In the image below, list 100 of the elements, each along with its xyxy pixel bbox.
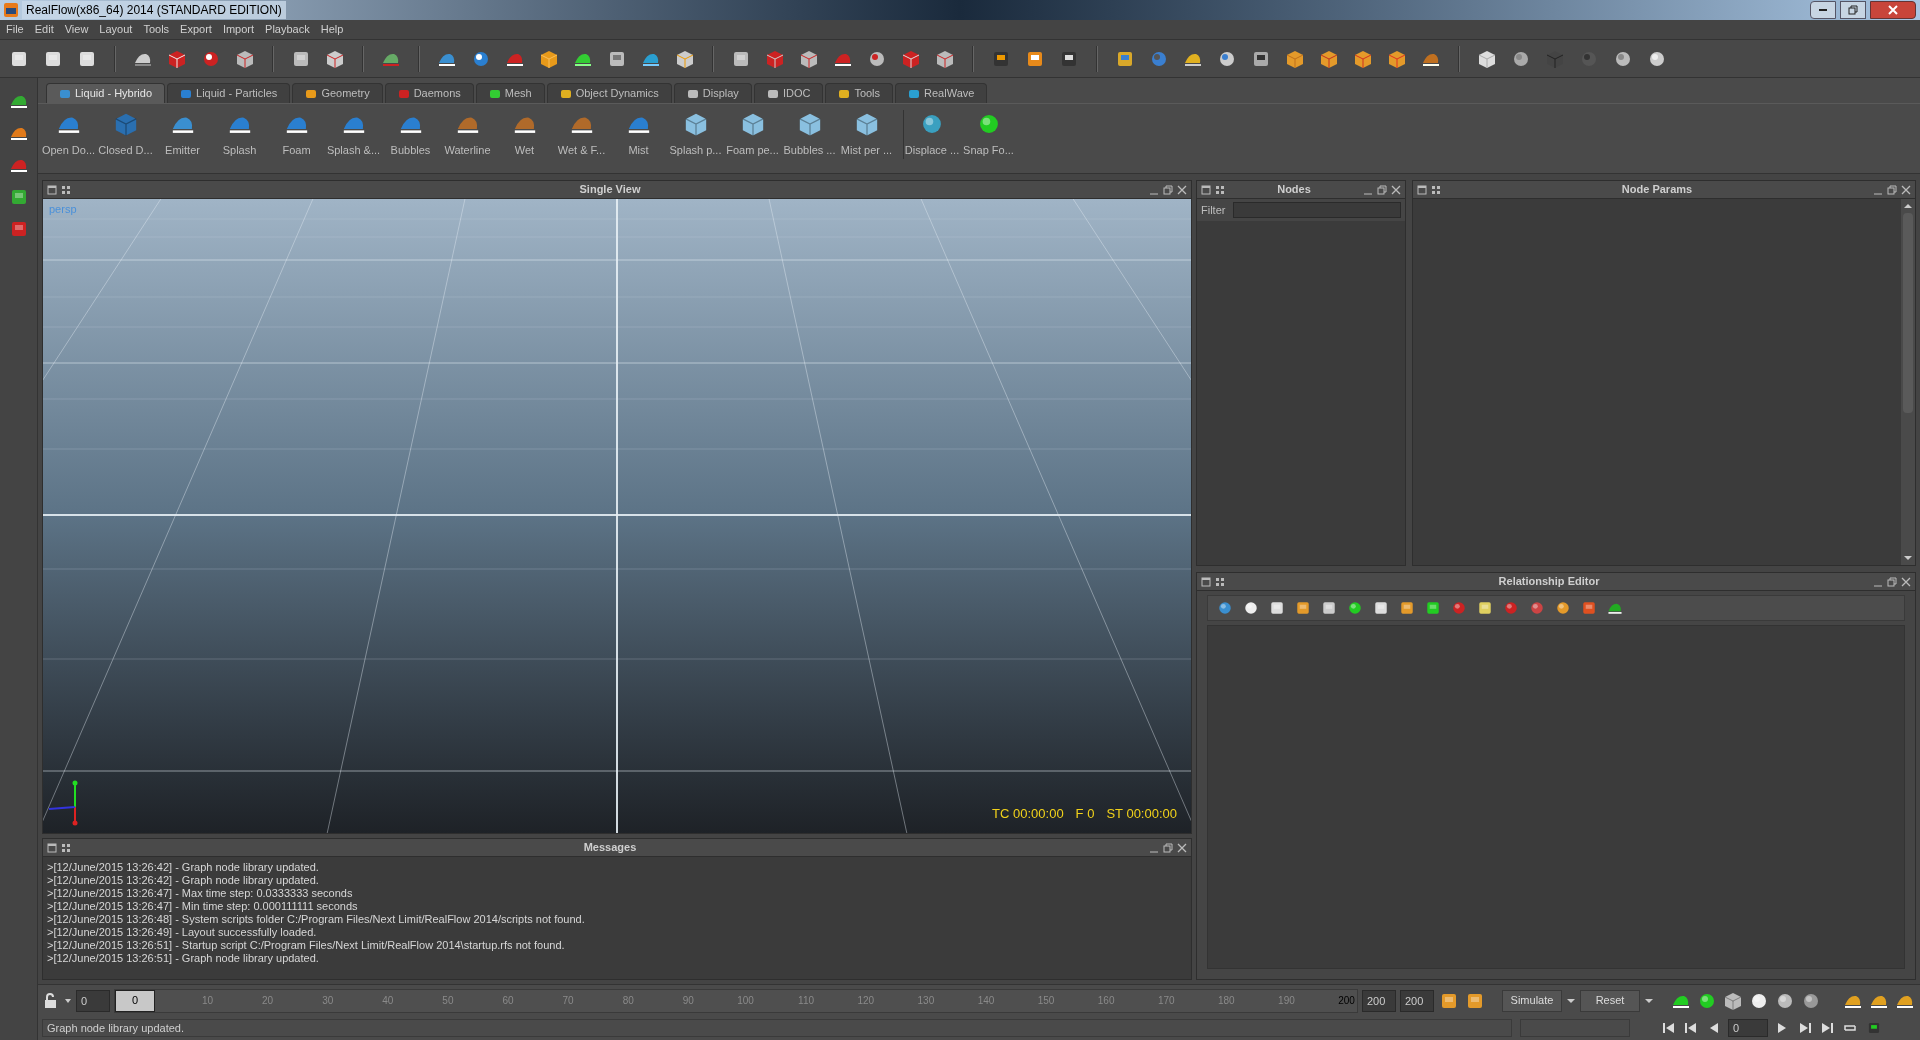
minimize-button[interactable]	[1810, 1, 1836, 19]
current-frame-handle[interactable]: 0	[115, 989, 155, 1012]
dock-icon[interactable]	[1201, 184, 1211, 195]
timecode-label: TC 00:00:00	[992, 804, 1064, 823]
menu-item[interactable]: Export	[180, 21, 212, 38]
caret-icon[interactable]	[64, 996, 72, 1005]
max-frame-field[interactable]: 200	[1400, 989, 1434, 1012]
tab-icon	[180, 87, 193, 100]
end-frame-field[interactable]: 200	[1362, 989, 1396, 1012]
tick-label: 200	[1337, 994, 1356, 1008]
shelf-button[interactable]: Open Do...	[40, 110, 97, 159]
shelf-button[interactable]: Displace ...	[903, 110, 960, 159]
tick-label: 40	[381, 994, 395, 1008]
dock-icon[interactable]	[47, 842, 57, 853]
tab-icon	[59, 87, 71, 100]
restore-icon[interactable]	[1163, 842, 1173, 853]
grid-icon[interactable]	[61, 842, 71, 853]
shelf-tab[interactable]: Object Dynamics	[546, 83, 672, 103]
grid-icon[interactable]	[1431, 184, 1441, 195]
shelf-button[interactable]: Bubbles ...	[781, 110, 838, 159]
shelf-tab[interactable]: RealWave	[895, 83, 988, 103]
shelf-tab[interactable]: Daemons	[384, 83, 474, 103]
frame-field[interactable]: 0	[1728, 1019, 1768, 1037]
tick-label: 180	[1217, 994, 1236, 1008]
tick-label: 120	[856, 994, 876, 1008]
shelf-button[interactable]: Foam pe...	[724, 110, 781, 159]
tab-icon	[766, 87, 779, 100]
close-icon[interactable]	[1901, 184, 1911, 195]
shelf-tab[interactable]: IDOC	[753, 83, 824, 103]
last-frame-icon[interactable]	[1820, 1022, 1834, 1034]
status-text: Graph node library updated.	[42, 1019, 1512, 1037]
dock-icon[interactable]	[47, 184, 57, 195]
shelf-tab[interactable]: Liquid - Hybrido	[46, 83, 166, 103]
shelf-button[interactable]: Mist	[610, 110, 667, 159]
menu-item[interactable]: Layout	[99, 21, 133, 38]
shelf-tab[interactable]: Tools	[825, 83, 894, 103]
menu-item[interactable]: View	[64, 21, 89, 38]
restore-icon[interactable]	[1377, 184, 1387, 195]
camera-label: persp	[49, 202, 77, 217]
log-line: >[12/June/2015 13:26:47] - Min time step: 0.000111111 seconds	[47, 900, 359, 913]
menu-item[interactable]: Import	[222, 21, 255, 38]
reset-button[interactable]: Reset	[1580, 989, 1640, 1012]
shelf-button[interactable]: Waterline	[439, 110, 496, 159]
restore-icon	[1848, 5, 1858, 15]
shelf-tab[interactable]: Liquid - Particles	[167, 83, 291, 103]
shelf-button[interactable]: Mist per ...	[838, 110, 895, 159]
restore-icon[interactable]	[1887, 184, 1897, 195]
viewport[interactable]: persp TC 00:00:00 F 0 ST 00:00:00	[43, 199, 1191, 833]
tab-icon	[305, 87, 318, 100]
log-line: >[12/June/2015 13:26:48] - System scripts folder C:/Program Files/Next Limit/RealFlow 2014/scripts not found.	[47, 913, 586, 926]
simulate-button[interactable]: Simulate	[1502, 989, 1562, 1012]
shelf-button[interactable]: Closed D...	[97, 110, 154, 159]
shelf-button[interactable]: Splash	[211, 110, 268, 159]
tick-label: 30	[321, 994, 335, 1008]
menu-item[interactable]: Help	[320, 21, 344, 38]
close-icon[interactable]	[1901, 576, 1911, 587]
dock-icon[interactable]	[1417, 184, 1427, 195]
log-line: >[12/June/2015 13:26:42] - Graph node library updated.	[47, 874, 320, 887]
panel-title: Node Params	[1620, 182, 1694, 198]
tab-icon	[908, 87, 921, 100]
loop-icon[interactable]	[1842, 1022, 1858, 1034]
frame-label: F 0	[1075, 804, 1095, 823]
shelf-button[interactable]: Emitter	[154, 110, 211, 159]
close-button[interactable]	[1870, 1, 1916, 19]
shelf-button[interactable]: Foam	[268, 110, 325, 159]
first-frame-icon[interactable]	[1662, 1022, 1676, 1034]
close-icon[interactable]	[1177, 184, 1187, 195]
menu-item[interactable]: Edit	[34, 21, 54, 38]
menu-item[interactable]: Playback	[265, 21, 310, 38]
dock-icon[interactable]	[1201, 576, 1211, 587]
shelf-button[interactable]: Snap Fo...	[960, 110, 1017, 159]
start-frame-field[interactable]: 0	[76, 989, 110, 1012]
scrollbar[interactable]	[1901, 199, 1915, 565]
menu-item[interactable]: File	[6, 21, 24, 38]
shelf-button[interactable]: Splash p...	[667, 110, 724, 159]
log-line: >[12/June/2015 13:26:51] - Graph node library updated.	[47, 952, 320, 965]
tab-icon	[397, 87, 410, 100]
step-forward-icon[interactable]	[1798, 1022, 1812, 1034]
maximize-button[interactable]	[1840, 1, 1866, 19]
restore-icon[interactable]	[1163, 184, 1173, 195]
close-icon[interactable]	[1391, 184, 1401, 195]
grid-icon[interactable]	[1215, 184, 1225, 195]
step-back-icon[interactable]	[1684, 1022, 1698, 1034]
shelf-tab[interactable]: Mesh	[475, 83, 545, 103]
panel-title: Nodes	[1276, 182, 1312, 198]
shelf-tab[interactable]: Geometry	[292, 83, 383, 103]
shelf-button[interactable]: Wet	[496, 110, 553, 159]
shelf-button[interactable]: Wet & F...	[553, 110, 610, 159]
close-icon[interactable]	[1177, 842, 1187, 853]
shelf-button[interactable]: Bubbles	[382, 110, 439, 159]
window-title: RealFlow(x86_64) 2014 (STANDARD EDITION)	[22, 1, 286, 19]
tab-icon	[838, 87, 851, 100]
shelf-tab[interactable]: Display	[673, 83, 752, 103]
app-logo-icon	[4, 3, 18, 17]
grid-icon[interactable]	[61, 184, 71, 195]
filter-field[interactable]	[1233, 202, 1401, 218]
shelf-button[interactable]: Splash &...	[325, 110, 382, 159]
restore-icon[interactable]	[1887, 576, 1897, 587]
grid-icon[interactable]	[1215, 576, 1225, 587]
menu-item[interactable]: Tools	[143, 21, 170, 38]
